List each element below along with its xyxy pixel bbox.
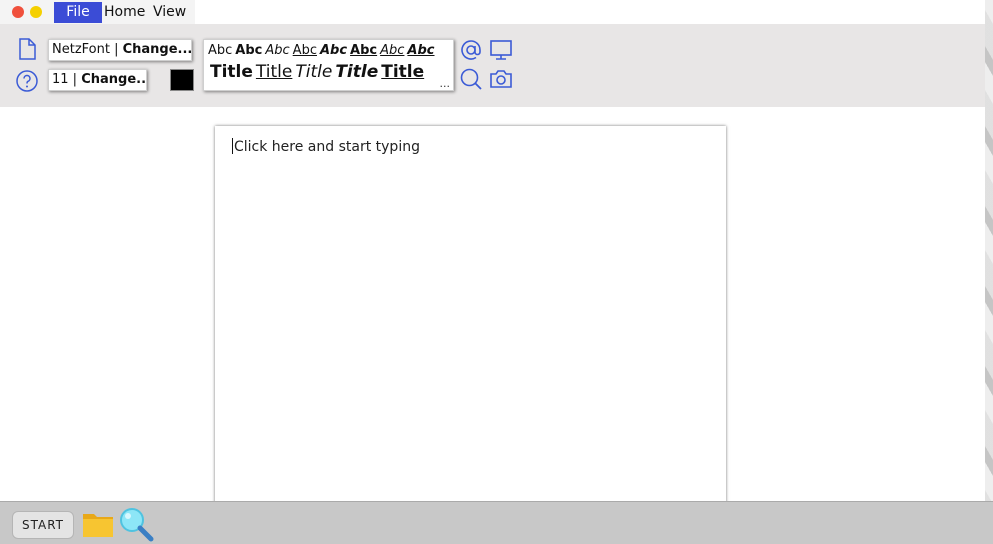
folder-icon[interactable] bbox=[82, 510, 114, 538]
app-window: File Home View NetzFont | Change... 11 |… bbox=[0, 0, 985, 506]
menu-file[interactable]: File bbox=[54, 2, 102, 23]
font-change-button[interactable]: Change... bbox=[123, 42, 191, 57]
menu-home[interactable]: Home bbox=[104, 2, 145, 23]
style-bold[interactable]: Abc bbox=[235, 43, 262, 58]
style-title-italic[interactable]: Title bbox=[295, 62, 332, 82]
monitor-icon[interactable] bbox=[489, 38, 513, 62]
document-placeholder: Click here and start typing bbox=[234, 139, 420, 155]
magnifier-icon[interactable] bbox=[118, 506, 154, 542]
font-size-value: 11 bbox=[52, 72, 69, 87]
style-bold-underline[interactable]: Abc bbox=[350, 43, 377, 58]
font-selector[interactable]: NetzFont | Change... bbox=[48, 39, 192, 61]
document-area: Click here and start typing bbox=[0, 107, 985, 506]
styles-more-button[interactable]: ... bbox=[440, 77, 451, 90]
font-separator: | bbox=[109, 42, 123, 57]
style-title-bold-underline[interactable]: Title bbox=[381, 62, 424, 82]
at-sign-icon[interactable] bbox=[459, 38, 483, 62]
document-page[interactable]: Click here and start typing bbox=[215, 126, 726, 506]
minimize-window-button[interactable] bbox=[30, 6, 42, 18]
text-caret bbox=[232, 138, 233, 154]
styles-row-title: Title Title Title Title Title bbox=[210, 62, 427, 82]
style-italic-underline[interactable]: Abc bbox=[380, 43, 404, 58]
style-title-bold[interactable]: Title bbox=[210, 62, 253, 82]
size-separator: | bbox=[68, 72, 82, 87]
help-icon[interactable] bbox=[15, 69, 39, 93]
style-underline[interactable]: Abc bbox=[293, 43, 317, 58]
text-styles-gallery[interactable]: Abc Abc Abc Abc Abc Abc Abc Abc Title Title Title… bbox=[203, 39, 454, 91]
document-text[interactable]: Click here and start typing bbox=[232, 138, 420, 155]
ribbon-toolbar: NetzFont | Change... 11 | Change... Abc A… bbox=[0, 24, 985, 107]
styles-row-small: Abc Abc Abc Abc Abc Abc Abc Abc bbox=[208, 43, 438, 58]
menu-view[interactable]: View bbox=[153, 2, 186, 23]
style-bold-italic[interactable]: Abc bbox=[320, 43, 347, 58]
new-document-icon[interactable] bbox=[15, 37, 39, 61]
style-normal[interactable]: Abc bbox=[208, 43, 232, 58]
camera-icon[interactable] bbox=[489, 67, 513, 91]
style-title-underline[interactable]: Title bbox=[256, 62, 292, 82]
start-button[interactable]: START bbox=[12, 511, 74, 539]
font-name: NetzFont bbox=[52, 42, 110, 57]
search-icon[interactable] bbox=[459, 67, 483, 91]
close-window-button[interactable] bbox=[12, 6, 24, 18]
font-size-selector[interactable]: 11 | Change... bbox=[48, 69, 147, 91]
text-color-swatch[interactable] bbox=[170, 69, 194, 91]
style-title-bold-italic[interactable]: Title bbox=[335, 62, 378, 82]
menu-bar: File Home View bbox=[0, 0, 195, 24]
taskbar: START bbox=[0, 501, 993, 544]
style-italic[interactable]: Abc bbox=[265, 43, 289, 58]
style-bold-italic-underline[interactable]: Abc bbox=[407, 43, 434, 58]
size-change-button[interactable]: Change... bbox=[81, 72, 146, 87]
